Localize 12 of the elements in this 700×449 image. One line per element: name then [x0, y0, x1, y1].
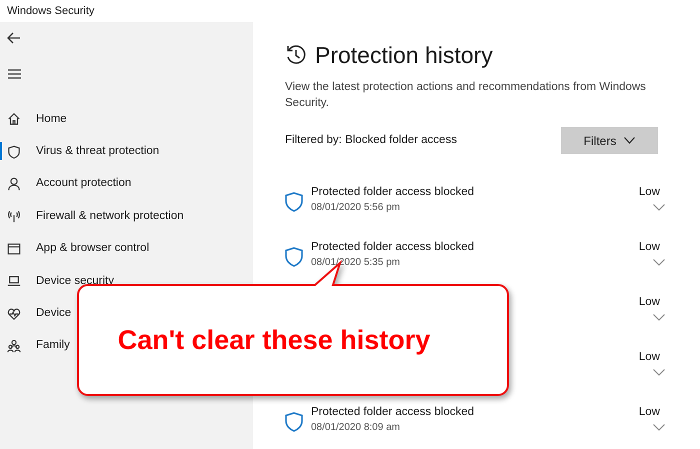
severity-label: Low [638, 295, 660, 310]
callout-tooltip-text: Can't clear these history [118, 324, 430, 357]
severity-label: Low [638, 405, 660, 420]
severity-label: Low [638, 240, 660, 255]
window-title: Windows Security [7, 4, 94, 19]
page-description: View the latest protection actions and recommendations from Windows Security. [285, 80, 647, 111]
severity-label: Low [638, 350, 660, 365]
history-item-date: 08/01/2020 8:09 am [311, 421, 401, 435]
filter-label: Filtered by: Blocked folder access [285, 132, 457, 148]
history-item-date: 08/01/2020 5:56 pm [311, 201, 401, 215]
page-title: Protection history [315, 41, 493, 70]
severity-label: Low [638, 185, 660, 200]
